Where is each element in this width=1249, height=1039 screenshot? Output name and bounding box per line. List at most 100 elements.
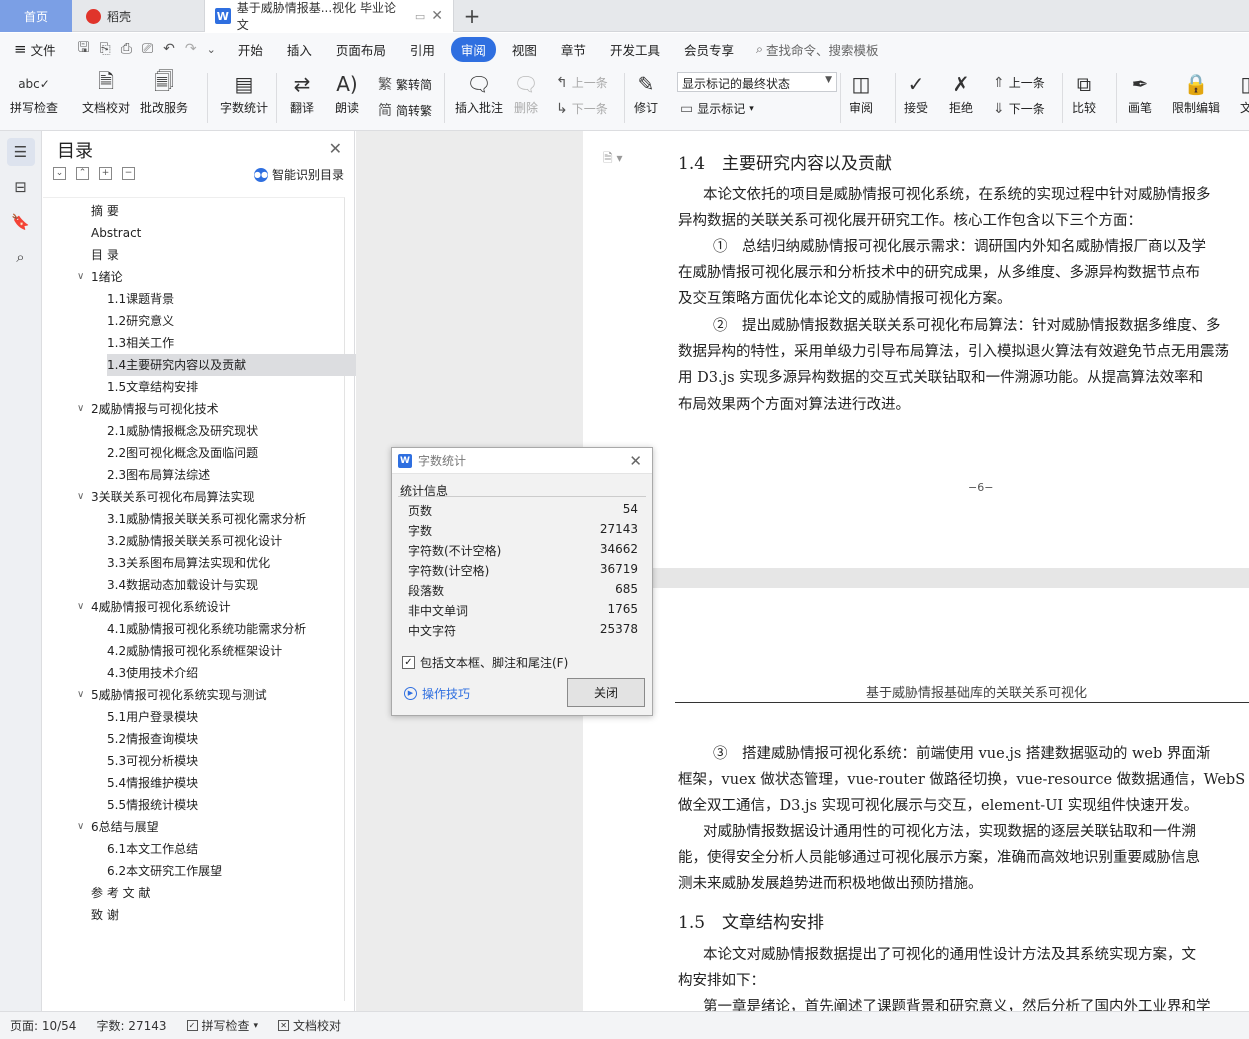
menu-member[interactable]: 会员专享: [672, 40, 746, 59]
toc-item-sub[interactable]: 5.1用户登录模块: [107, 706, 198, 728]
prev-change-button[interactable]: ⇑ 上一条: [993, 74, 1045, 91]
doc-check-button[interactable]: 🗎 文档校对: [82, 69, 130, 116]
toc-item[interactable]: 目 录: [91, 244, 119, 266]
toc-item-sub[interactable]: 2.3图布局算法综述: [107, 464, 210, 486]
simp-to-trad-button[interactable]: 简简转繁: [378, 100, 432, 120]
dialog-titlebar[interactable]: W 字数统计: [392, 448, 652, 474]
toc-item-sub[interactable]: 6.2本文研究工作展望: [107, 860, 222, 882]
toc-item-sub[interactable]: 3.1威胁情报关联关系可视化需求分析: [107, 508, 306, 530]
toc-item-sub[interactable]: 6.1本文工作总结: [107, 838, 198, 860]
toc-item-chapter[interactable]: ∨ 2威胁情报与可视化技术: [77, 398, 219, 420]
pen-button[interactable]: ✒ 画笔: [1126, 69, 1154, 116]
bookmark-icon[interactable]: 🔖: [7, 208, 35, 236]
menu-page-layout[interactable]: 页面布局: [324, 40, 398, 59]
toc-item-sub[interactable]: 3.4数据动态加载设计与实现: [107, 574, 258, 596]
export-icon[interactable]: ⎘: [100, 41, 111, 57]
toc-icon[interactable]: ☰: [6, 138, 35, 166]
toc-item-sub[interactable]: 4.1威胁情报可视化系统功能需求分析: [107, 618, 306, 640]
toc-item-chapter[interactable]: ∨ 1绪论: [77, 266, 123, 288]
toc-item-sub[interactable]: 2.2图可视化概念及面临问题: [107, 442, 258, 464]
word-count-button[interactable]: ▤ 字数统计: [220, 69, 268, 116]
toc-item-chapter[interactable]: ∨ 6总结与展望: [77, 816, 159, 838]
tab-screen-icon[interactable]: ▭: [415, 10, 425, 23]
menu-insert[interactable]: 插入: [275, 40, 324, 59]
expand-all-icon[interactable]: ⌃: [76, 167, 89, 180]
page-indicator[interactable]: 页面: 10/54: [0, 1017, 86, 1034]
more-icon[interactable]: ⌄: [207, 43, 216, 56]
delete-comment-button[interactable]: 🗨 删除: [512, 69, 540, 116]
reject-button[interactable]: ✗ 拒绝: [947, 69, 975, 116]
chapter-nav-icon[interactable]: ⊟: [7, 173, 35, 201]
toc-item-chapter[interactable]: ∨ 5威胁情报可视化系统实现与测试: [77, 684, 267, 706]
tips-link[interactable]: ▶ 操作技巧: [404, 685, 470, 702]
preview-icon[interactable]: ⎚: [142, 41, 153, 57]
include-textbox-checkbox[interactable]: ✓ 包括文本框、脚注和尾注(F): [402, 654, 568, 671]
restrict-edit-button[interactable]: 🔒 限制编辑: [1172, 69, 1220, 116]
toc-item-sub[interactable]: 4.2威胁情报可视化系统框架设计: [107, 640, 282, 662]
command-search[interactable]: ⌕ 查找命令、搜索模板: [756, 40, 879, 59]
review-pane-button[interactable]: ◫ 审阅: [847, 69, 875, 116]
file-menu[interactable]: ≡ 文件: [0, 40, 68, 59]
next-change-button[interactable]: ⇓ 下一条: [993, 100, 1045, 117]
toc-item[interactable]: 摘 要: [91, 200, 119, 222]
save-icon[interactable]: 🖫: [78, 37, 90, 61]
close-icon[interactable]: ✕: [431, 8, 443, 24]
read-aloud-button[interactable]: A) 朗读: [333, 69, 361, 116]
translate-button[interactable]: ⇄ 翻译: [288, 69, 316, 116]
word-count-indicator[interactable]: 字数: 27143: [86, 1017, 176, 1034]
menu-section[interactable]: 章节: [549, 40, 598, 59]
toc-item-sub[interactable]: 3.3关系图布局算法实现和优化: [107, 552, 270, 574]
tab-document[interactable]: W 基于威胁情报基...视化 毕业论文 ▭ ✕: [204, 0, 454, 32]
tab-daoke[interactable]: 稻壳: [74, 0, 202, 32]
checkbox-checked-icon[interactable]: ✓: [402, 656, 415, 669]
doc-outline-icon[interactable]: 🗎 ▾: [603, 149, 623, 170]
chevron-down-icon[interactable]: ∨: [77, 816, 84, 838]
toc-item[interactable]: 致 谢: [91, 904, 119, 926]
toc-item-sub[interactable]: 1.1课题背景: [107, 288, 174, 310]
toc-item-sub[interactable]: 1.3相关工作: [107, 332, 174, 354]
chevron-down-icon[interactable]: ∨: [77, 486, 84, 508]
chevron-down-icon[interactable]: ∨: [77, 266, 84, 288]
spell-check-toggle[interactable]: ✓ 拼写检查 ▾: [177, 1017, 269, 1034]
close-icon[interactable]: ✕: [329, 139, 342, 158]
track-changes-button[interactable]: ✎ 修订: [632, 69, 660, 116]
toc-item-sub[interactable]: 5.3可视分析模块: [107, 750, 198, 772]
menu-view[interactable]: 视图: [500, 40, 549, 59]
toc-item-sub[interactable]: 1.5文章结构安排: [107, 376, 198, 398]
chevron-down-icon[interactable]: ∨: [77, 596, 84, 618]
menu-developer[interactable]: 开发工具: [598, 40, 672, 59]
doc-check-toggle[interactable]: ✕ 文档校对: [268, 1017, 351, 1034]
toc-item-sub[interactable]: 5.5情报统计模块: [107, 794, 198, 816]
close-button[interactable]: 关闭: [567, 678, 645, 707]
insert-comment-button[interactable]: 🗨 插入批注: [455, 69, 503, 116]
toc-item-sub[interactable]: 1.4主要研究内容以及贡献: [107, 354, 361, 376]
print-icon[interactable]: ⎙: [121, 41, 132, 57]
toc-item-sub[interactable]: 5.2情报查询模块: [107, 728, 198, 750]
trad-to-simp-button[interactable]: 繁繁转简: [378, 74, 432, 94]
document-canvas[interactable]: 🗎 ▾ 1.4 主要研究内容以及贡献 本论文依托的项目是威胁情报可视化系统，在系…: [583, 131, 1249, 1011]
toc-item-sub[interactable]: 5.4情报维护模块: [107, 772, 198, 794]
undo-icon[interactable]: ↶: [163, 41, 175, 57]
close-icon[interactable]: ✕: [629, 452, 642, 470]
add-heading-icon[interactable]: +: [99, 167, 112, 180]
markup-state-select[interactable]: 显示标记的最终状态 ▼: [677, 72, 837, 92]
collapse-all-icon[interactable]: ⌄: [53, 167, 66, 180]
chevron-down-icon[interactable]: ∨: [77, 684, 84, 706]
menu-review[interactable]: 审阅: [450, 36, 496, 62]
next-comment-button[interactable]: ↳ 下一条: [556, 100, 608, 117]
new-tab-button[interactable]: +: [458, 0, 486, 32]
toc-item[interactable]: 参 考 文 献: [91, 882, 150, 904]
toc-item-sub[interactable]: 1.2研究意义: [107, 310, 174, 332]
spell-check-button[interactable]: abc✓ 拼写检查: [10, 69, 58, 116]
doc-permission-button[interactable]: ▯ 文: [1232, 69, 1249, 116]
compare-button[interactable]: ⧉ 比较: [1070, 69, 1098, 116]
toc-item-chapter[interactable]: ∨ 3关联关系可视化布局算法实现: [77, 486, 255, 508]
smart-toc-button[interactable]: ●● 智能识别目录: [253, 166, 344, 183]
menu-start[interactable]: 开始: [226, 40, 275, 59]
menu-references[interactable]: 引用: [398, 40, 447, 59]
toc-item[interactable]: Abstract: [91, 222, 141, 244]
accept-button[interactable]: ✓ 接受: [902, 69, 930, 116]
toc-item-sub[interactable]: 2.1威胁情报概念及研究现状: [107, 420, 258, 442]
remove-heading-icon[interactable]: −: [122, 167, 135, 180]
prev-comment-button[interactable]: ↰ 上一条: [556, 74, 608, 91]
